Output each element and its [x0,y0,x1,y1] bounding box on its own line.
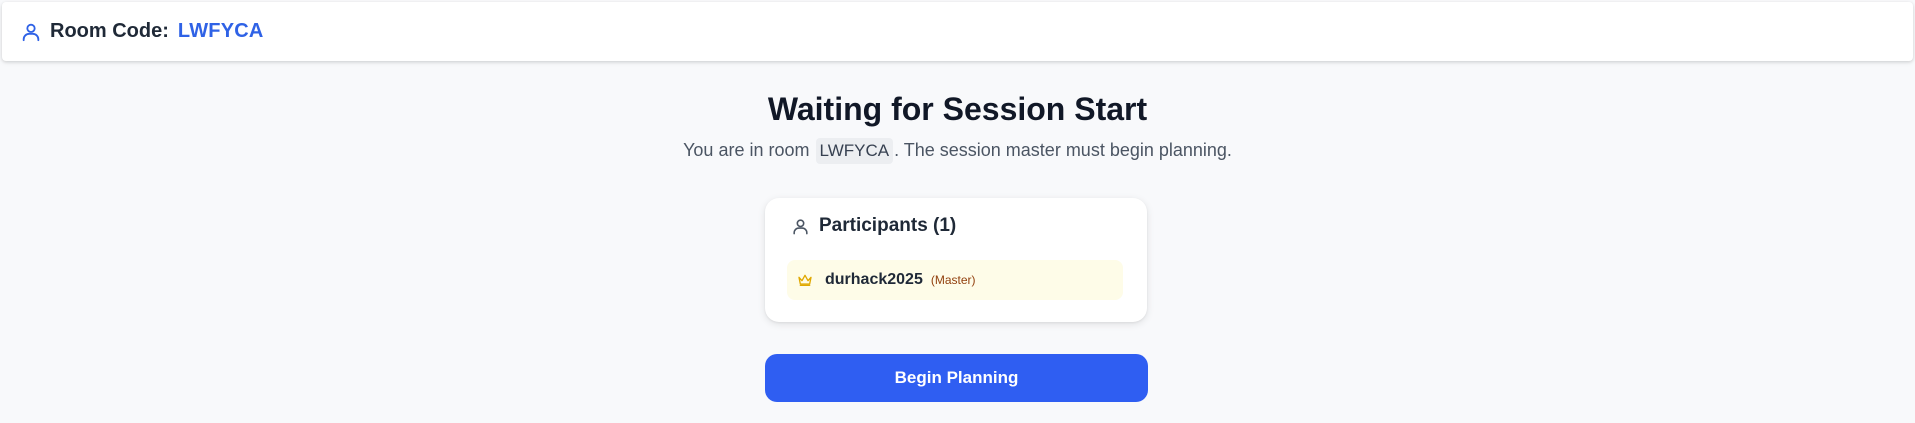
participants-heading: Participants (1) [819,215,957,236]
begin-planning-button[interactable]: Begin Planning [765,354,1148,402]
main-content: Waiting for Session Start You are in roo… [0,61,1915,423]
page-subtitle: You are in room LWFYCA. The session mast… [0,138,1915,164]
participants-card: Participants (1) durhack2025 (Master) [765,198,1147,322]
user-icon [20,21,42,43]
room-code-chip: LWFYCA [815,138,894,164]
crown-icon [797,273,813,287]
participant-name: durhack2025 [825,271,923,288]
participants-header: Participants (1) [791,215,956,237]
user-icon [791,217,810,236]
participant-role: (Master) [930,273,976,287]
page-title: Waiting for Session Start [767,91,1148,127]
participant-item: durhack2025 (Master) [787,260,1123,300]
room-code-value: LWFYCA [177,20,264,42]
room-code-label: Room Code: [50,20,169,42]
top-bar: Room Code: LWFYCA [2,2,1913,61]
subtitle-prefix: You are in room [683,140,810,160]
subtitle-suffix: . The session master must begin planning… [894,140,1232,160]
